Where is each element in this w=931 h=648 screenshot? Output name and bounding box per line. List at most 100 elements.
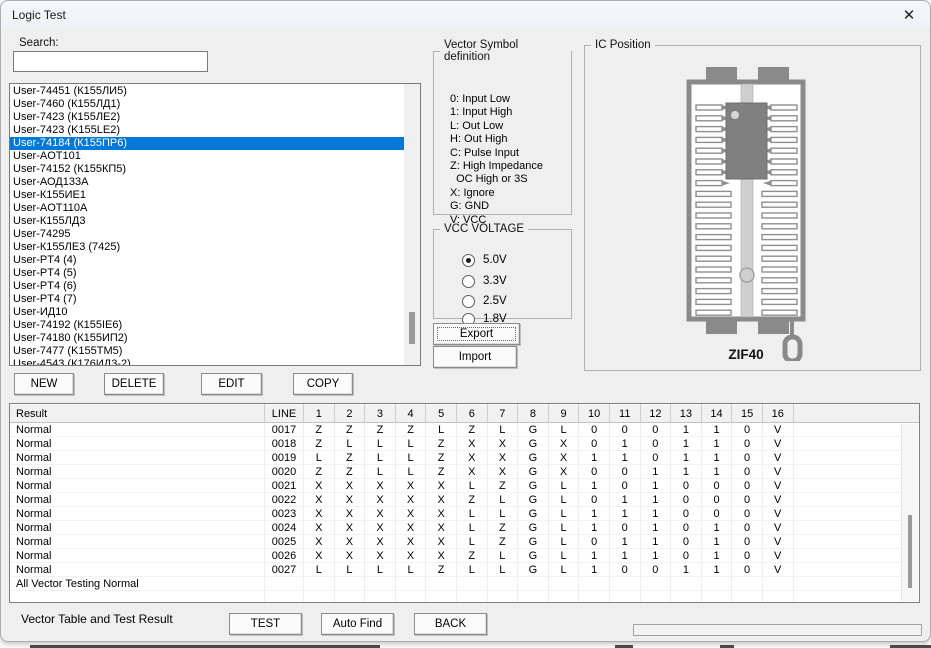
pin-cell: L [457, 535, 488, 549]
table-row[interactable]: Normal0026XXXXXZLGL111010V [10, 549, 919, 563]
pin-cell: L [335, 437, 366, 451]
result-table[interactable]: ResultLINE12345678910111213141516 Normal… [9, 403, 920, 603]
column-header-9[interactable]: 9 [549, 404, 580, 423]
column-header-1[interactable]: 1 [304, 404, 335, 423]
copy-button[interactable]: COPY [293, 373, 353, 395]
column-header-4[interactable]: 4 [396, 404, 427, 423]
column-header-6[interactable]: 6 [457, 404, 488, 423]
column-header-Result[interactable]: Result [10, 404, 265, 423]
radio-icon[interactable] [462, 275, 475, 288]
column-header-10[interactable]: 10 [579, 404, 610, 423]
search-input[interactable] [13, 51, 208, 72]
table-row-blank[interactable] [10, 591, 919, 603]
pin-cell: L [488, 507, 519, 521]
device-list-item[interactable]: User-AOT110A [10, 202, 420, 215]
device-list-item[interactable]: User-АОД133А [10, 176, 420, 189]
column-header-15[interactable]: 15 [732, 404, 763, 423]
device-list-item[interactable]: User-ИД10 [10, 306, 420, 319]
delete-button[interactable]: DELETE [104, 373, 164, 395]
result-cell: All Vector Testing Normal [10, 577, 265, 591]
device-list-item[interactable]: User-74184 (К155ПР6) [10, 137, 404, 150]
pin-cell: X [426, 493, 457, 507]
pin-cell: L [549, 493, 580, 507]
pin-cell: X [365, 507, 396, 521]
device-list-item[interactable]: User-К155ЛЕ3 (7425) [10, 241, 420, 254]
new-button[interactable]: NEW [14, 373, 74, 395]
device-list-item[interactable]: User-PT4 (4) [10, 254, 420, 267]
pin-cell: 1 [702, 549, 733, 563]
device-list-item[interactable]: User-74451 (К155ЛИ5) [10, 85, 420, 98]
scrollbar-thumb[interactable] [908, 515, 912, 588]
result-table-scrollbar[interactable] [901, 424, 918, 601]
device-list-item[interactable]: User-PT4 (7) [10, 293, 420, 306]
auto-find-button[interactable]: Auto Find [321, 613, 394, 635]
result-table-header[interactable]: ResultLINE12345678910111213141516 [10, 404, 919, 423]
device-list-item[interactable]: User-74180 (К155ИП2) [10, 332, 420, 345]
device-list[interactable]: User-74451 (К155ЛИ5)User-7460 (К155ЛД1)U… [9, 83, 421, 366]
column-header-14[interactable]: 14 [702, 404, 733, 423]
pin-cell: 1 [702, 423, 733, 437]
vcc-option-2.5V[interactable]: 2.5V [462, 294, 507, 308]
title-bar: Logic Test ✕ [1, 1, 930, 29]
column-header-7[interactable]: 7 [488, 404, 519, 423]
table-row[interactable]: Normal0019LZLLZXXGX110110V [10, 451, 919, 465]
pin-cell [304, 577, 335, 591]
column-header-8[interactable]: 8 [518, 404, 549, 423]
table-row[interactable]: Normal0023XXXXXLLGL111000V [10, 507, 919, 521]
device-list-item[interactable]: User-К155ЛД3 [10, 215, 420, 228]
device-list-item[interactable]: User-7423 (К155ЛЕ2) [10, 111, 420, 124]
device-list-item[interactable]: User-74295 [10, 228, 420, 241]
pin-cell: L [365, 451, 396, 465]
device-list-item[interactable]: User-7477 (K155TM5) [10, 345, 420, 358]
table-row[interactable]: Normal0022XXXXXZLGL011000V [10, 493, 919, 507]
table-row[interactable]: Normal0017ZZZZLZLGL000110V [10, 423, 919, 437]
pin-cell [579, 577, 610, 591]
import-button[interactable]: Import [433, 346, 517, 368]
column-header-3[interactable]: 3 [365, 404, 396, 423]
device-list-scrollbar[interactable] [404, 84, 420, 365]
device-list-item[interactable]: User-AOT101 [10, 150, 420, 163]
pin-cell: 0 [671, 493, 702, 507]
column-header-16[interactable]: 16 [763, 404, 794, 423]
pin-cell: X [488, 451, 519, 465]
device-list-item[interactable]: User-7460 (К155ЛД1) [10, 98, 420, 111]
pin-cell: V [763, 535, 794, 549]
result-cell [10, 591, 265, 603]
column-header-13[interactable]: 13 [671, 404, 702, 423]
column-header-LINE[interactable]: LINE [265, 404, 304, 423]
radio-icon[interactable] [462, 254, 475, 267]
table-row[interactable]: Normal0024XXXXXLZGL101010V [10, 521, 919, 535]
column-header-2[interactable]: 2 [335, 404, 366, 423]
device-list-item[interactable]: User-7423 (K155LE2) [10, 124, 420, 137]
export-button[interactable]: Export [433, 323, 520, 345]
edit-button[interactable]: EDIT [201, 373, 262, 395]
device-list-item[interactable]: User-PT4 (5) [10, 267, 420, 280]
pin-cell: 0 [732, 507, 763, 521]
pin-cell: X [488, 437, 519, 451]
device-list-item[interactable]: User-PT4 (6) [10, 280, 420, 293]
back-button[interactable]: BACK [414, 613, 487, 635]
table-row[interactable]: Normal0027LLLLZLLGL100110V [10, 563, 919, 577]
zif40-label: ZIF40 [696, 347, 796, 362]
column-header-12[interactable]: 12 [641, 404, 672, 423]
table-row-footer[interactable]: All Vector Testing Normal [10, 577, 919, 591]
table-row[interactable]: Normal0025XXXXXLZGL011010V [10, 535, 919, 549]
scrollbar-thumb[interactable] [409, 312, 415, 344]
vcc-option-5.0V[interactable]: 5.0V [462, 253, 507, 267]
device-list-item[interactable]: User-К155ИЕ1 [10, 189, 420, 202]
table-row[interactable]: Normal0021XXXXXLZGL101000V [10, 479, 919, 493]
pin-cell: Z [335, 423, 366, 437]
table-row[interactable]: Normal0018ZLLLZXXGX010110V [10, 437, 919, 451]
device-list-item[interactable]: User-74152 (К155КП5) [10, 163, 420, 176]
table-row[interactable]: Normal0020ZZLLZXXGX001110V [10, 465, 919, 479]
radio-icon[interactable] [462, 295, 475, 308]
device-list-item[interactable]: User-74192 (К155IE6) [10, 319, 420, 332]
pin-cell: 0 [610, 423, 641, 437]
pin-cell: 0 [671, 507, 702, 521]
column-header-5[interactable]: 5 [426, 404, 457, 423]
close-button[interactable]: ✕ [894, 3, 924, 27]
column-header-11[interactable]: 11 [610, 404, 641, 423]
test-button[interactable]: TEST [229, 613, 302, 635]
vcc-option-3.3V[interactable]: 3.3V [462, 274, 507, 288]
device-list-item[interactable]: User-4543 (К176ИД3-2) [10, 358, 420, 366]
